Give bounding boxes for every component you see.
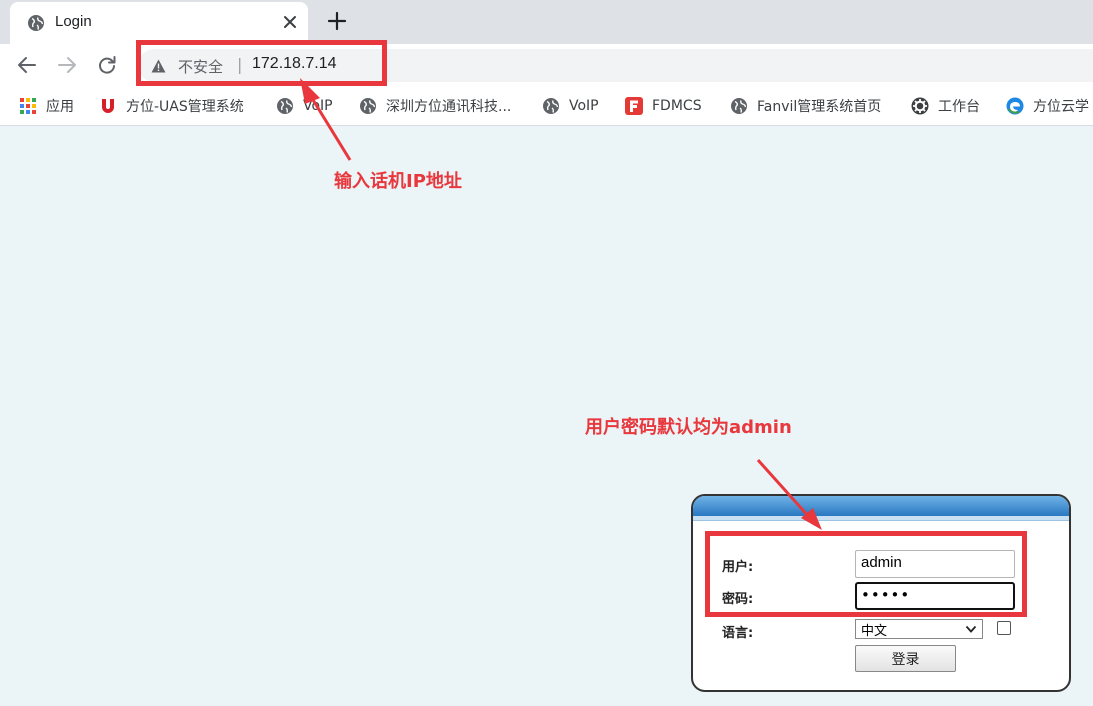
- reload-icon[interactable]: [96, 54, 118, 76]
- arrow-left-icon[interactable]: [16, 54, 38, 76]
- bookmark-fanvil-cloud[interactable]: 方位云学: [1006, 94, 1089, 118]
- f-logo-icon: [625, 97, 643, 115]
- bookmark-label: 工作台: [938, 99, 980, 115]
- bookmark-label: 深圳方位通讯科技...: [386, 99, 512, 115]
- bookmark-label: VoIP: [303, 98, 333, 114]
- remember-checkbox[interactable]: [997, 621, 1011, 635]
- language-select-value: 中文: [861, 623, 888, 639]
- bookmark-workbench[interactable]: 工作台: [911, 94, 980, 118]
- apps-grid-icon: [20, 98, 36, 114]
- bookmark-label: Fanvil管理系统首页: [757, 99, 882, 115]
- new-tab-plus-icon[interactable]: [327, 11, 347, 31]
- annotation-default-credentials: 用户密码默认均为admin: [585, 417, 792, 438]
- globe-icon: [28, 15, 44, 31]
- globe-icon: [277, 98, 293, 114]
- globe-icon: [360, 98, 376, 114]
- bookmark-uas[interactable]: 方位-UAS管理系统: [99, 94, 244, 118]
- annotation-enter-ip: 输入话机IP地址: [334, 171, 462, 192]
- bookmark-voip-1[interactable]: VoIP: [276, 94, 333, 118]
- language-label: 语言:: [722, 626, 754, 641]
- u-logo-icon: [102, 99, 114, 113]
- bookmark-fanvil-admin[interactable]: Fanvil管理系统首页: [730, 94, 881, 118]
- close-icon[interactable]: [281, 13, 299, 31]
- bookmark-voip-2[interactable]: VoIP: [542, 94, 599, 118]
- arrow-right-icon[interactable]: [56, 54, 78, 76]
- gear-icon: [911, 97, 929, 115]
- bookmark-label: FDMCS: [652, 98, 702, 114]
- chevron-down-icon: [965, 625, 977, 633]
- login-button[interactable]: 登录: [855, 645, 956, 672]
- globe-icon: [731, 98, 747, 114]
- browser-tab-login[interactable]: Login: [10, 2, 308, 44]
- url-highlight-box: [136, 40, 387, 86]
- bookmarks-bar: 应用 方位-UAS管理系统 VoIP 深圳方位通讯科技... VoIP FDMC…: [0, 86, 1093, 126]
- login-panel-header: [693, 496, 1069, 516]
- bookmark-label: VoIP: [569, 98, 599, 114]
- bookmark-fdmcs[interactable]: FDMCS: [625, 94, 702, 118]
- language-select[interactable]: 中文: [855, 619, 983, 639]
- bookmark-apps[interactable]: 应用: [19, 94, 74, 118]
- tab-title: Login: [55, 13, 92, 30]
- bookmark-fanvil-site[interactable]: 深圳方位通讯科技...: [359, 94, 511, 118]
- bookmark-label: 方位-UAS管理系统: [126, 99, 244, 115]
- globe-icon: [543, 98, 559, 114]
- credentials-highlight-box: [705, 531, 1027, 617]
- bookmark-label: 方位云学: [1033, 99, 1089, 115]
- login-panel-header-strip: [693, 516, 1069, 521]
- login-button-label: 登录: [891, 651, 920, 668]
- tab-strip: Login: [0, 0, 1093, 44]
- bookmark-label: 应用: [46, 99, 74, 115]
- edge-logo-icon: [1006, 97, 1024, 115]
